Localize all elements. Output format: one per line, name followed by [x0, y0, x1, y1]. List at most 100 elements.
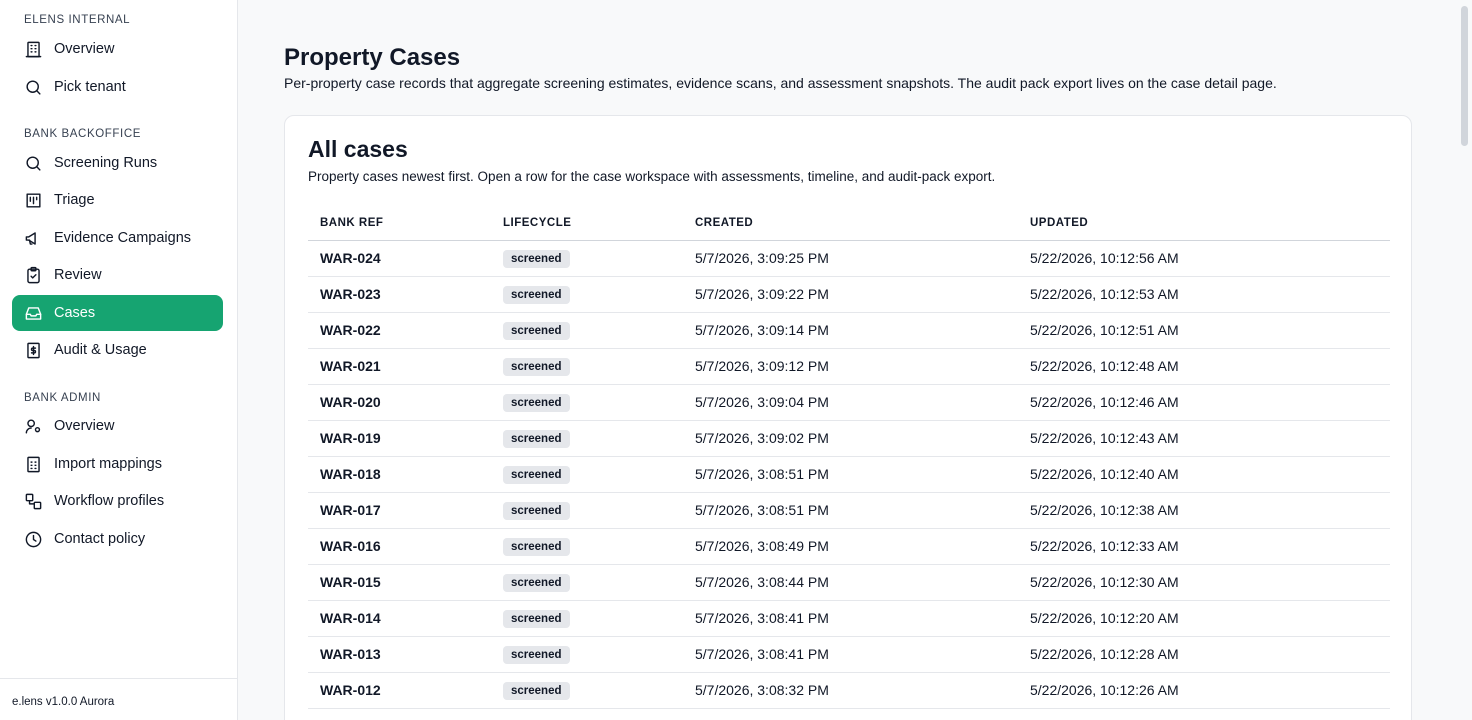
section-title-bank-admin: BANK ADMIN	[24, 392, 101, 404]
sidebar-item-label: Contact policy	[54, 531, 146, 547]
table-header-row: BANK REF LIFECYCLE CREATED UPDATED	[308, 206, 1390, 241]
bank-ref-cell: WAR-022	[308, 312, 491, 349]
table-row[interactable]: WAR-018 screened 5/7/2026, 3:08:51 PM 5/22/…	[308, 456, 1390, 493]
lifecycle-cell: screened	[491, 456, 683, 493]
lifecycle-badge: screened	[503, 537, 570, 556]
updated-cell: 5/22/2026, 10:12:51 AM	[1018, 312, 1390, 349]
sidebar-item-label: Review	[54, 267, 102, 283]
lifecycle-badge: screened	[503, 285, 570, 304]
bank-ref-cell: WAR-018	[308, 456, 491, 493]
table-row[interactable]: WAR-016 screened 5/7/2026, 3:08:49 PM 5/22/…	[308, 528, 1390, 565]
bank-ref-cell: WAR-014	[308, 600, 491, 637]
lifecycle-badge: screened	[503, 357, 570, 376]
search-icon	[24, 154, 43, 173]
table-row[interactable]: WAR-017 screened 5/7/2026, 3:08:51 PM 5/22/…	[308, 492, 1390, 529]
table-row[interactable]: WAR-023 screened 5/7/2026, 3:09:22 PM 5/22/…	[308, 276, 1390, 313]
page-subtitle: Per-property case records that aggregate…	[284, 75, 1277, 91]
created-cell: 5/7/2026, 3:09:25 PM	[683, 240, 1018, 277]
created-cell: 5/7/2026, 3:08:51 PM	[683, 456, 1018, 493]
table-row[interactable]: WAR-020 screened 5/7/2026, 3:09:04 PM 5/22/…	[308, 384, 1390, 421]
sidebar-item-evidence-campaigns[interactable]: Evidence Campaigns	[12, 220, 223, 256]
created-cell: 5/7/2026, 3:09:14 PM	[683, 312, 1018, 349]
page-title: Property Cases	[284, 44, 461, 71]
updated-cell: 5/22/2026, 10:12:38 AM	[1018, 492, 1390, 529]
lifecycle-badge: screened	[503, 681, 570, 700]
sidebar-item-label: Pick tenant	[54, 79, 126, 95]
version-label: e.lens v1.0.0 Aurora	[0, 678, 238, 720]
bank-ref-cell: WAR-019	[308, 420, 491, 457]
sidebar-item-import-mappings[interactable]: Import mappings	[12, 446, 223, 482]
table-row[interactable]: WAR-012 screened 5/7/2026, 3:08:32 PM 5/22/…	[308, 672, 1390, 709]
sidebar-item-label: Overview	[54, 41, 115, 57]
workflow-icon	[24, 492, 43, 511]
bank-ref-cell: WAR-016	[308, 528, 491, 565]
sidebar-item-label: Cases	[54, 305, 96, 321]
sidebar-item-label: Evidence Campaigns	[54, 230, 192, 246]
lifecycle-badge: screened	[503, 393, 570, 412]
kanban-icon	[24, 191, 43, 210]
column-header-updated[interactable]: UPDATED	[1018, 206, 1390, 241]
lifecycle-badge: screened	[503, 465, 570, 484]
clock-icon	[24, 530, 43, 549]
sidebar-item-triage[interactable]: Triage	[12, 182, 223, 218]
lifecycle-cell: screened	[491, 312, 683, 349]
table-row[interactable]	[308, 708, 1390, 720]
column-header-created[interactable]: CREATED	[683, 206, 1018, 241]
table-row[interactable]: WAR-022 screened 5/7/2026, 3:09:14 PM 5/22/…	[308, 312, 1390, 349]
lifecycle-badge: screened	[503, 501, 570, 520]
bank-ref-cell: WAR-013	[308, 636, 491, 673]
updated-cell: 5/22/2026, 10:12:20 AM	[1018, 600, 1390, 637]
updated-cell: 5/22/2026, 10:12:30 AM	[1018, 564, 1390, 601]
updated-cell: 5/22/2026, 10:12:48 AM	[1018, 348, 1390, 385]
updated-cell	[1018, 708, 1390, 720]
table-row[interactable]: WAR-014 screened 5/7/2026, 3:08:41 PM 5/22/…	[308, 600, 1390, 637]
updated-cell: 5/22/2026, 10:12:53 AM	[1018, 276, 1390, 313]
created-cell: 5/7/2026, 3:08:41 PM	[683, 636, 1018, 673]
sidebar-item-label: Workflow profiles	[54, 493, 165, 509]
section-title-bank-backoffice: BANK BACKOFFICE	[24, 128, 141, 140]
lifecycle-cell: screened	[491, 528, 683, 565]
created-cell: 5/7/2026, 3:09:22 PM	[683, 276, 1018, 313]
sidebar-item-label: Audit & Usage	[54, 342, 147, 358]
created-cell: 5/7/2026, 3:09:12 PM	[683, 348, 1018, 385]
sidebar-item-overview-internal[interactable]: Overview	[12, 31, 223, 67]
lifecycle-cell	[491, 708, 683, 720]
sidebar: ELENS INTERNAL Overview Pick tenant BANK…	[0, 0, 238, 720]
lifecycle-cell: screened	[491, 276, 683, 313]
updated-cell: 5/22/2026, 10:12:40 AM	[1018, 456, 1390, 493]
table-row[interactable]: WAR-013 screened 5/7/2026, 3:08:41 PM 5/22/…	[308, 636, 1390, 673]
lifecycle-badge: screened	[503, 609, 570, 628]
table-row[interactable]: WAR-015 screened 5/7/2026, 3:08:44 PM 5/22/…	[308, 564, 1390, 601]
sidebar-item-label: Screening Runs	[54, 155, 158, 171]
sidebar-item-label: Triage	[54, 192, 95, 208]
created-cell: 5/7/2026, 3:08:49 PM	[683, 528, 1018, 565]
card-subtitle: Property cases newest first. Open a row …	[308, 169, 996, 184]
created-cell: 5/7/2026, 3:08:44 PM	[683, 564, 1018, 601]
created-cell: 5/7/2026, 3:09:04 PM	[683, 384, 1018, 421]
page-scrollbar[interactable]	[1461, 6, 1468, 146]
sidebar-item-workflow-profiles[interactable]: Workflow profiles	[12, 483, 223, 519]
lifecycle-cell: screened	[491, 672, 683, 709]
column-header-lifecycle[interactable]: LIFECYCLE	[491, 206, 683, 241]
sidebar-item-overview-admin[interactable]: Overview	[12, 408, 223, 444]
user-cog-icon	[24, 417, 43, 436]
table-row[interactable]: WAR-019 screened 5/7/2026, 3:09:02 PM 5/22/…	[308, 420, 1390, 457]
table-row[interactable]: WAR-021 screened 5/7/2026, 3:09:12 PM 5/22/…	[308, 348, 1390, 385]
sidebar-item-pick-tenant[interactable]: Pick tenant	[12, 69, 223, 105]
created-cell: 5/7/2026, 3:09:02 PM	[683, 420, 1018, 457]
sidebar-item-screening-runs[interactable]: Screening Runs	[12, 145, 223, 181]
sidebar-item-audit-usage[interactable]: Audit & Usage	[12, 332, 223, 368]
sidebar-item-review[interactable]: Review	[12, 257, 223, 293]
lifecycle-badge: screened	[503, 573, 570, 592]
sidebar-item-contact-policy[interactable]: Contact policy	[12, 521, 223, 557]
lifecycle-cell: screened	[491, 564, 683, 601]
receipt-icon	[24, 341, 43, 360]
inbox-icon	[24, 304, 43, 323]
table-row[interactable]: WAR-024 screened 5/7/2026, 3:09:25 PM 5/22/…	[308, 240, 1390, 277]
lifecycle-badge: screened	[503, 645, 570, 664]
sidebar-item-cases[interactable]: Cases	[12, 295, 223, 331]
created-cell	[683, 708, 1018, 720]
lifecycle-badge: screened	[503, 249, 570, 268]
bank-ref-cell: WAR-012	[308, 672, 491, 709]
column-header-bank-ref[interactable]: BANK REF	[308, 206, 491, 241]
